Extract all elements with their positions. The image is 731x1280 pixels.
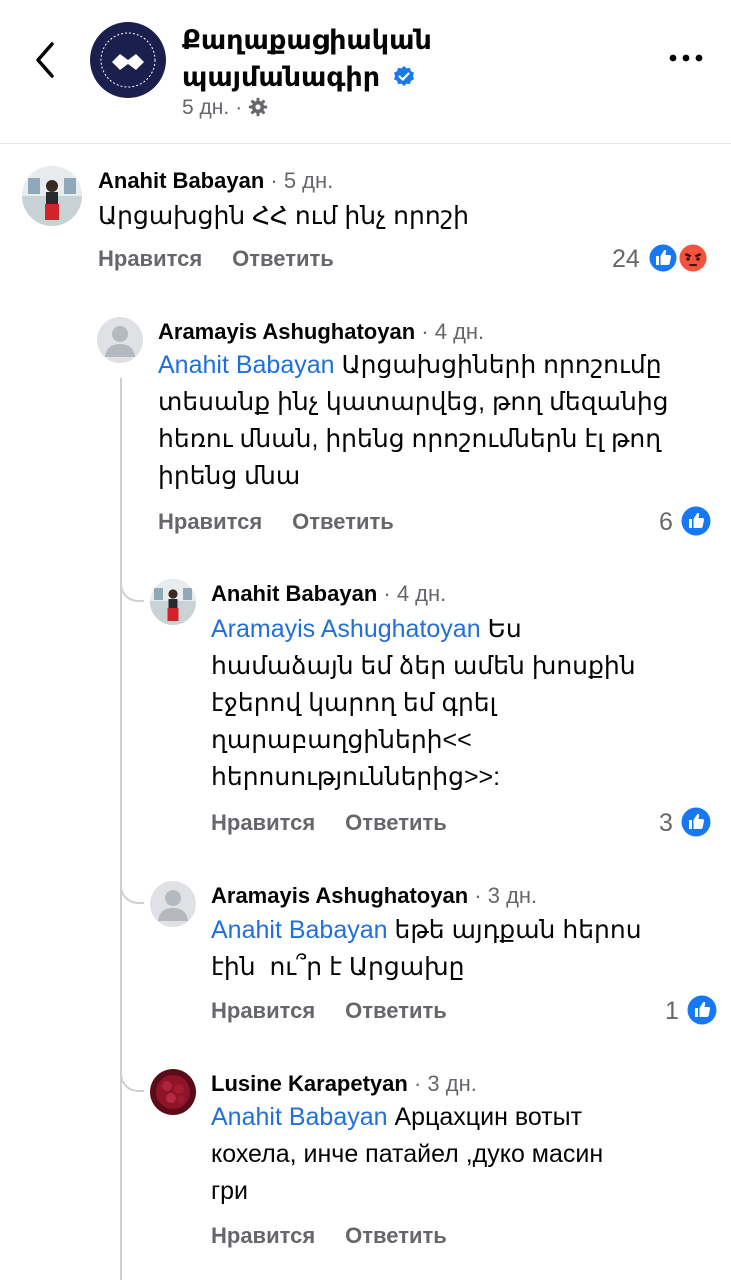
reply-button[interactable]: Ответить bbox=[345, 810, 447, 836]
comment-actions: Нравится Ответить bbox=[158, 509, 394, 535]
thread-line bbox=[120, 378, 122, 1280]
comment-text-line: Ես bbox=[487, 615, 522, 643]
comment-actions: Нравится Ответить bbox=[211, 1223, 447, 1249]
comment-text-line: հեռու մնան, իրենց որոշումներն էլ թող bbox=[158, 425, 662, 453]
comment-header: Lusine Karapetyan · 3 дн. bbox=[211, 1069, 477, 1099]
comment-actions: Нравится Ответить bbox=[98, 246, 334, 272]
comment-author[interactable]: Anahit Babayan bbox=[98, 168, 264, 193]
meta-separator: · bbox=[235, 96, 243, 119]
angry-reaction-icon bbox=[677, 242, 709, 274]
comment-text-line: ղարաբաղցիների<< bbox=[211, 726, 472, 754]
comment-text-line: հերոսություններից>>: bbox=[211, 763, 501, 791]
comment-text-line: տեսանք ինչ կատարվեց, թող մեզանից bbox=[158, 388, 669, 416]
comment-header: Aramayis Ashughatoyan · 4 дн. bbox=[158, 317, 484, 347]
like-button[interactable]: Нравится bbox=[211, 1223, 315, 1249]
reply-button[interactable]: Ответить bbox=[345, 1223, 447, 1249]
comment-text-line: համաձայն եմ ձեր ամեն խոսքին bbox=[211, 652, 636, 680]
reaction-summary[interactable]: 6 bbox=[659, 505, 712, 537]
avatar[interactable] bbox=[97, 317, 143, 363]
avatar[interactable] bbox=[150, 579, 196, 625]
mention-link[interactable]: Anahit Babayan bbox=[211, 916, 388, 944]
thread-connector bbox=[120, 560, 144, 602]
comment-text-line: Արցախցիների որոշումը bbox=[341, 351, 662, 379]
comment-text-line: եթե այդքան հերոս bbox=[394, 916, 642, 944]
comment-time[interactable]: · 4 дн. bbox=[421, 319, 484, 344]
reply-button[interactable]: Ответить bbox=[292, 509, 394, 535]
more-options-icon[interactable] bbox=[668, 48, 704, 68]
reply-button[interactable]: Ответить bbox=[232, 246, 334, 272]
comment-actions: Нравится Ответить bbox=[211, 998, 447, 1024]
like-button[interactable]: Нравится bbox=[211, 998, 315, 1024]
comment-actions: Нравится Ответить bbox=[211, 810, 447, 836]
like-button[interactable]: Нравится bbox=[98, 246, 202, 272]
comment-text-line: гри bbox=[211, 1177, 248, 1205]
like-reaction-icon bbox=[681, 506, 711, 536]
comment-text-line: իրենց մնա bbox=[158, 462, 301, 490]
comment-time[interactable]: · 4 дн. bbox=[383, 581, 446, 606]
reaction-count: 6 bbox=[659, 508, 673, 536]
comment-text-line: кохела, инче патайел ,дуко масин bbox=[211, 1140, 604, 1168]
reaction-count: 1 bbox=[665, 997, 679, 1025]
comment-author[interactable]: Aramayis Ashughatoyan bbox=[211, 883, 468, 908]
comment-text-line: Арцахцин вотыт bbox=[394, 1103, 583, 1131]
comment-header: Anahit Babayan · 4 дн. bbox=[211, 579, 446, 609]
reaction-summary[interactable]: 3 bbox=[659, 806, 712, 838]
mention-link[interactable]: Anahit Babayan bbox=[158, 351, 335, 379]
mention-link[interactable]: Aramayis Ashughatoyan bbox=[211, 615, 481, 643]
page-name[interactable]: Քաղաքացիական պայմանագիր bbox=[182, 22, 432, 96]
post-header: Քաղաքացիական պայմանագիր 5 дн. · bbox=[0, 0, 731, 144]
page-name-line2: պայմանագիր bbox=[182, 62, 381, 92]
comment-time[interactable]: · 5 дн. bbox=[270, 168, 333, 193]
comment-author[interactable]: Lusine Karapetyan bbox=[211, 1071, 408, 1096]
comment-text: Aramayis Ashughatoyan Ես համաձայն եմ ձեր… bbox=[211, 611, 636, 796]
comment-author[interactable]: Anahit Babayan bbox=[211, 581, 377, 606]
like-reaction-icon bbox=[681, 807, 711, 837]
reaction-count: 3 bbox=[659, 809, 673, 837]
avatar[interactable] bbox=[22, 166, 82, 226]
post-time: 5 дн. bbox=[182, 96, 230, 119]
comment-text: Anahit Babayan Արցախցիների որոշումը տեսա… bbox=[158, 347, 669, 495]
like-reaction-icon bbox=[687, 995, 717, 1025]
comment-text: Anahit Babayan եթե այդքան հերոս էին ու՞ր… bbox=[211, 912, 642, 986]
verified-badge-icon bbox=[393, 66, 414, 86]
avatar[interactable] bbox=[150, 1069, 196, 1115]
post-meta: 5 дн. · bbox=[182, 96, 268, 120]
page-logo[interactable] bbox=[90, 22, 166, 98]
comment-text-line: էջերով կարող եմ գրել bbox=[211, 689, 497, 717]
comment-text-line: Արցախցին ՀՀ ում ինչ որոշի bbox=[98, 202, 469, 230]
like-reaction-icon bbox=[647, 242, 679, 274]
comment-text: Արցախցին ՀՀ ում ինչ որոշի bbox=[98, 198, 469, 235]
gear-icon bbox=[249, 97, 268, 117]
comment-time[interactable]: · 3 дн. bbox=[414, 1071, 477, 1096]
reply-button[interactable]: Ответить bbox=[345, 998, 447, 1024]
thread-connector bbox=[120, 862, 144, 904]
comment-author[interactable]: Aramayis Ashughatoyan bbox=[158, 319, 415, 344]
reactions-icons bbox=[647, 242, 709, 274]
comment-header: Aramayis Ashughatoyan · 3 дн. bbox=[211, 881, 537, 911]
reaction-summary[interactable]: 1 bbox=[665, 994, 718, 1026]
like-button[interactable]: Нравится bbox=[158, 509, 262, 535]
page-name-line1: Քաղաքացիական bbox=[182, 25, 432, 55]
back-arrow-icon[interactable] bbox=[28, 38, 68, 82]
like-button[interactable]: Нравится bbox=[211, 810, 315, 836]
mention-link[interactable]: Anahit Babayan bbox=[211, 1103, 388, 1131]
comment-header: Anahit Babayan · 5 дн. bbox=[98, 166, 333, 196]
thread-connector bbox=[120, 1050, 144, 1092]
reaction-summary[interactable]: 24 bbox=[612, 242, 709, 274]
reaction-count: 24 bbox=[612, 245, 640, 273]
comment-text: Anahit Babayan Арцахцин вотыт кохела, ин… bbox=[211, 1099, 603, 1210]
comment-text-line: էին ու՞ր է Արցախը bbox=[211, 953, 465, 981]
comment-time[interactable]: · 3 дн. bbox=[474, 883, 537, 908]
avatar[interactable] bbox=[150, 881, 196, 927]
